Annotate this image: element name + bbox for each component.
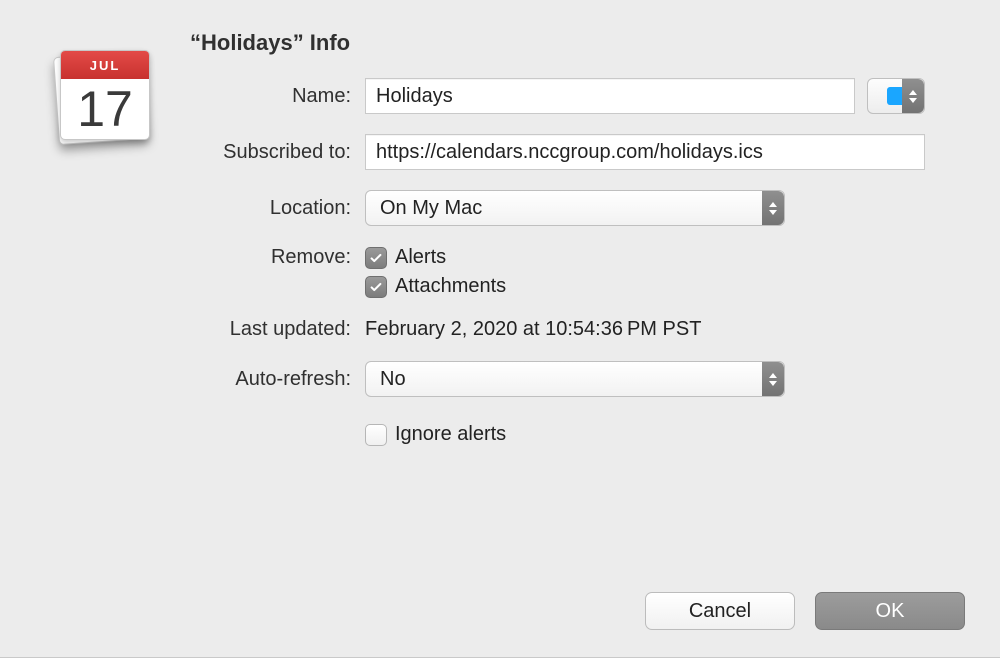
- last-updated-label: Last updated:: [190, 318, 365, 341]
- location-popup[interactable]: On My Mac: [365, 190, 785, 226]
- auto-refresh-value: No: [380, 368, 406, 391]
- last-updated-value: February 2, 2020 at 10:54:36 PM PST: [365, 318, 701, 341]
- ignore-alerts-checkbox[interactable]: [365, 424, 387, 446]
- calendar-color-button[interactable]: [867, 78, 925, 114]
- ok-button[interactable]: OK: [815, 592, 965, 630]
- subscribed-label: Subscribed to:: [190, 141, 365, 164]
- name-label: Name:: [190, 85, 365, 108]
- calendar-icon-day: 17: [61, 79, 149, 139]
- calendar-icon-month: JUL: [61, 51, 149, 79]
- subscribed-url-input[interactable]: [365, 134, 925, 170]
- cancel-button[interactable]: Cancel: [645, 592, 795, 630]
- remove-attachments-label: Attachments: [395, 275, 506, 298]
- location-label: Location:: [190, 197, 365, 220]
- auto-refresh-label: Auto-refresh:: [190, 368, 365, 391]
- calendar-app-icon: JUL 17: [50, 40, 150, 140]
- stepper-icon: [762, 191, 784, 225]
- location-value: On My Mac: [380, 197, 482, 220]
- remove-alerts-checkbox[interactable]: [365, 247, 387, 269]
- name-input[interactable]: [365, 78, 855, 114]
- stepper-icon: [902, 79, 924, 113]
- remove-alerts-label: Alerts: [395, 246, 446, 269]
- dialog-title: “Holidays” Info: [190, 30, 970, 56]
- auto-refresh-popup[interactable]: No: [365, 361, 785, 397]
- remove-label: Remove:: [190, 246, 365, 269]
- stepper-icon: [762, 362, 784, 396]
- remove-attachments-checkbox[interactable]: [365, 276, 387, 298]
- ignore-alerts-label: Ignore alerts: [395, 423, 506, 446]
